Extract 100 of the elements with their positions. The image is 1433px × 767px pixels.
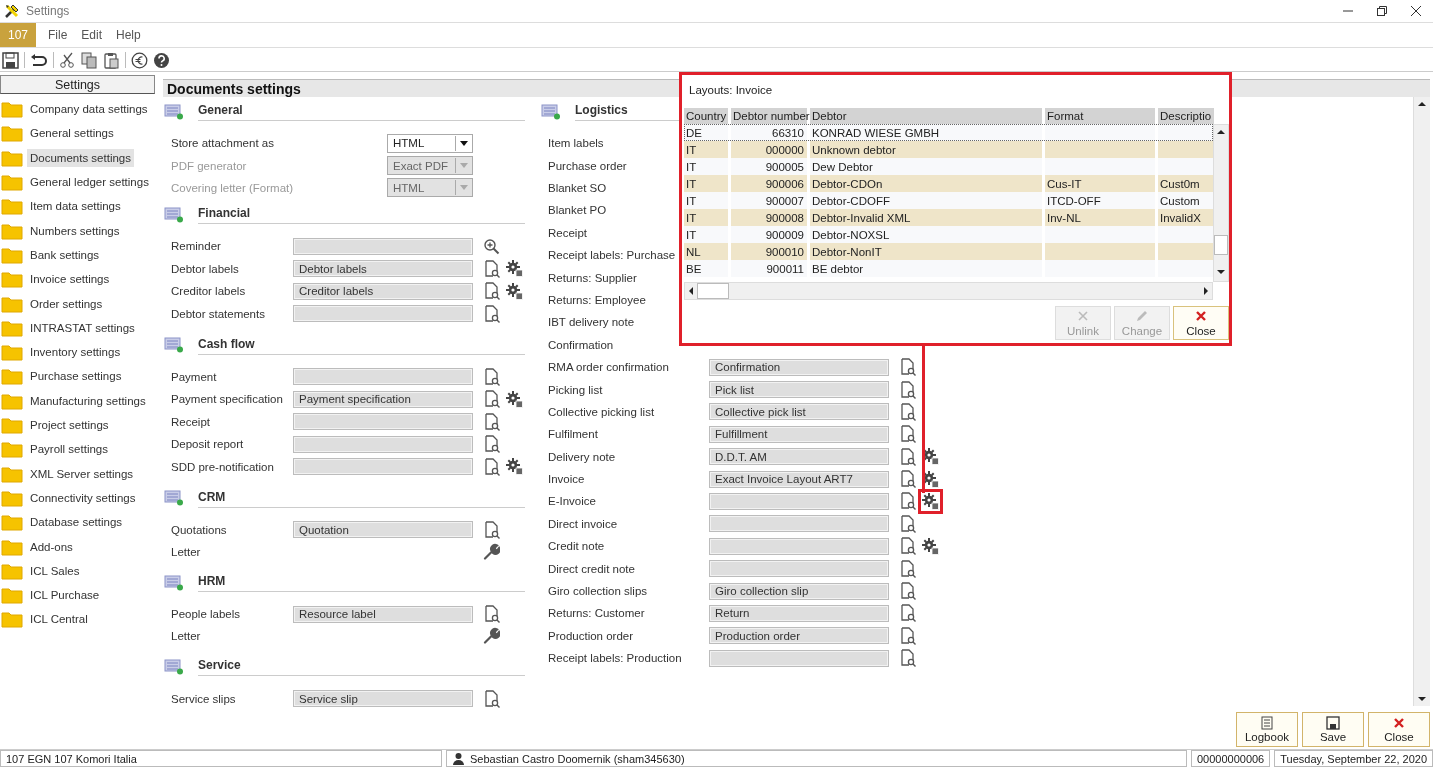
document-search-icon[interactable] [483, 304, 500, 323]
sidebar-item[interactable]: General ledger settings [27, 173, 152, 192]
wrench-icon[interactable] [483, 627, 500, 645]
column-header[interactable]: Debtor [810, 108, 1042, 124]
sidebar-item[interactable]: Item data settings [27, 197, 124, 216]
undo-icon[interactable] [30, 51, 48, 69]
close-icon[interactable] [1411, 5, 1421, 16]
document-search-icon[interactable] [483, 259, 500, 278]
wrench-icon[interactable] [483, 543, 500, 561]
column-header[interactable]: Country [684, 108, 728, 124]
sidebar-item[interactable]: Manufacturing settings [27, 391, 149, 410]
document-search-icon[interactable] [899, 537, 916, 556]
help-icon[interactable] [153, 51, 170, 69]
document-search-icon[interactable] [899, 604, 916, 623]
input-field[interactable] [293, 458, 473, 475]
sidebar-item[interactable]: ICL Central [27, 610, 91, 629]
sidebar-item[interactable]: Numbers settings [27, 221, 123, 240]
scrollbar-thumb[interactable] [1214, 235, 1228, 255]
paste-icon[interactable] [103, 51, 120, 69]
input-field[interactable]: Giro collection slip [709, 582, 889, 600]
dialog-button[interactable]: Close [1173, 306, 1229, 340]
input-field[interactable] [709, 649, 889, 667]
sidebar-item[interactable]: Bank settings [27, 245, 103, 264]
sidebar-item[interactable]: Project settings [27, 416, 112, 434]
sidebar-item[interactable]: Purchase settings [27, 367, 125, 386]
input-field[interactable]: Fulfillment [709, 425, 889, 443]
document-search-icon[interactable] [483, 520, 500, 539]
focused-row[interactable]: DE 66310 KONRAD WIESE GMBH [684, 124, 1213, 141]
input-field[interactable]: Return [709, 604, 889, 622]
gear-icon[interactable] [506, 260, 523, 278]
vertical-scrollbar[interactable] [1213, 124, 1229, 282]
gear-icon[interactable] [922, 448, 939, 466]
input-field[interactable]: Creditor labels [293, 282, 473, 300]
input-field[interactable]: Quotation [293, 521, 473, 539]
document-search-icon[interactable] [483, 390, 500, 409]
document-search-icon[interactable] [899, 649, 916, 668]
menu-item[interactable]: Help [108, 22, 147, 48]
input-field[interactable]: Production order [709, 627, 889, 645]
footer-button[interactable]: Close [1368, 711, 1430, 747]
menu-item[interactable]: Edit [73, 22, 109, 48]
document-search-icon[interactable] [899, 626, 916, 645]
input-field[interactable] [293, 237, 473, 255]
sidebar-item[interactable]: ICL Purchase [27, 586, 103, 605]
sidebar-item[interactable]: Documents settings [27, 148, 134, 167]
maximize-icon[interactable] [1377, 5, 1387, 16]
document-search-icon[interactable] [483, 457, 500, 476]
document-search-icon[interactable] [483, 435, 500, 454]
zoom-in-icon[interactable] [483, 237, 500, 255]
footer-button[interactable]: Logbook [1236, 711, 1298, 747]
scissors-icon[interactable] [59, 51, 76, 69]
input-field[interactable]: Confirmation [709, 358, 889, 376]
input-field[interactable] [293, 413, 473, 431]
input-field[interactable]: Pick list [709, 381, 889, 398]
input-field[interactable] [709, 537, 889, 555]
document-search-icon[interactable] [899, 559, 916, 578]
document-search-icon[interactable] [483, 367, 500, 386]
input-field[interactable]: Resource label [293, 605, 473, 623]
input-field[interactable]: Payment specification [293, 390, 473, 408]
copy-icon[interactable] [81, 51, 98, 69]
euro-icon[interactable] [131, 51, 148, 69]
gear-icon[interactable] [922, 537, 939, 555]
input-field[interactable] [709, 492, 889, 510]
sidebar-item[interactable]: General settings [27, 124, 117, 143]
horizontal-scrollbar[interactable] [684, 282, 1213, 300]
document-search-icon[interactable] [899, 582, 916, 600]
footer-button[interactable]: Save [1302, 711, 1364, 747]
dropdown[interactable]: HTML [387, 133, 473, 153]
gear-icon[interactable] [506, 390, 523, 408]
document-search-icon[interactable] [899, 380, 916, 399]
sidebar-item[interactable]: INTRASTAT settings [27, 318, 138, 337]
document-search-icon[interactable] [483, 689, 500, 708]
sidebar-item[interactable]: XML Server settings [27, 464, 137, 483]
sidebar-item[interactable]: Company data settings [27, 100, 151, 119]
document-search-icon[interactable] [899, 425, 916, 444]
scrollbar[interactable] [1413, 97, 1430, 706]
column-header[interactable]: Format [1045, 108, 1155, 124]
save-icon[interactable] [2, 51, 19, 69]
document-search-icon[interactable] [899, 447, 916, 466]
sidebar-item[interactable]: Connectivity settings [27, 488, 139, 507]
input-field[interactable] [293, 305, 473, 323]
sidebar-item[interactable]: Database settings [27, 513, 126, 532]
document-search-icon[interactable] [899, 492, 916, 511]
document-search-icon[interactable] [899, 514, 916, 533]
sidebar-item[interactable]: ICL Sales [27, 561, 83, 580]
sidebar-item[interactable]: Add-ons [27, 537, 76, 556]
input-field[interactable] [709, 515, 889, 533]
document-search-icon[interactable] [899, 358, 916, 377]
document-search-icon[interactable] [483, 605, 500, 624]
input-field[interactable]: Exact Invoice Layout ART7 [709, 470, 889, 488]
input-field[interactable]: Collective pick list [709, 403, 889, 421]
input-field[interactable] [293, 435, 473, 453]
input-field[interactable]: Debtor labels [293, 260, 473, 278]
document-search-icon[interactable] [483, 412, 500, 431]
input-field[interactable]: D.D.T. AM [709, 448, 889, 466]
gear-icon[interactable] [922, 470, 939, 488]
input-field[interactable]: Service slip [293, 690, 473, 708]
input-field[interactable] [293, 368, 473, 386]
sidebar-item[interactable]: Invoice settings [27, 270, 113, 289]
scrollbar-thumb[interactable] [697, 283, 729, 299]
document-search-icon[interactable] [483, 282, 500, 301]
